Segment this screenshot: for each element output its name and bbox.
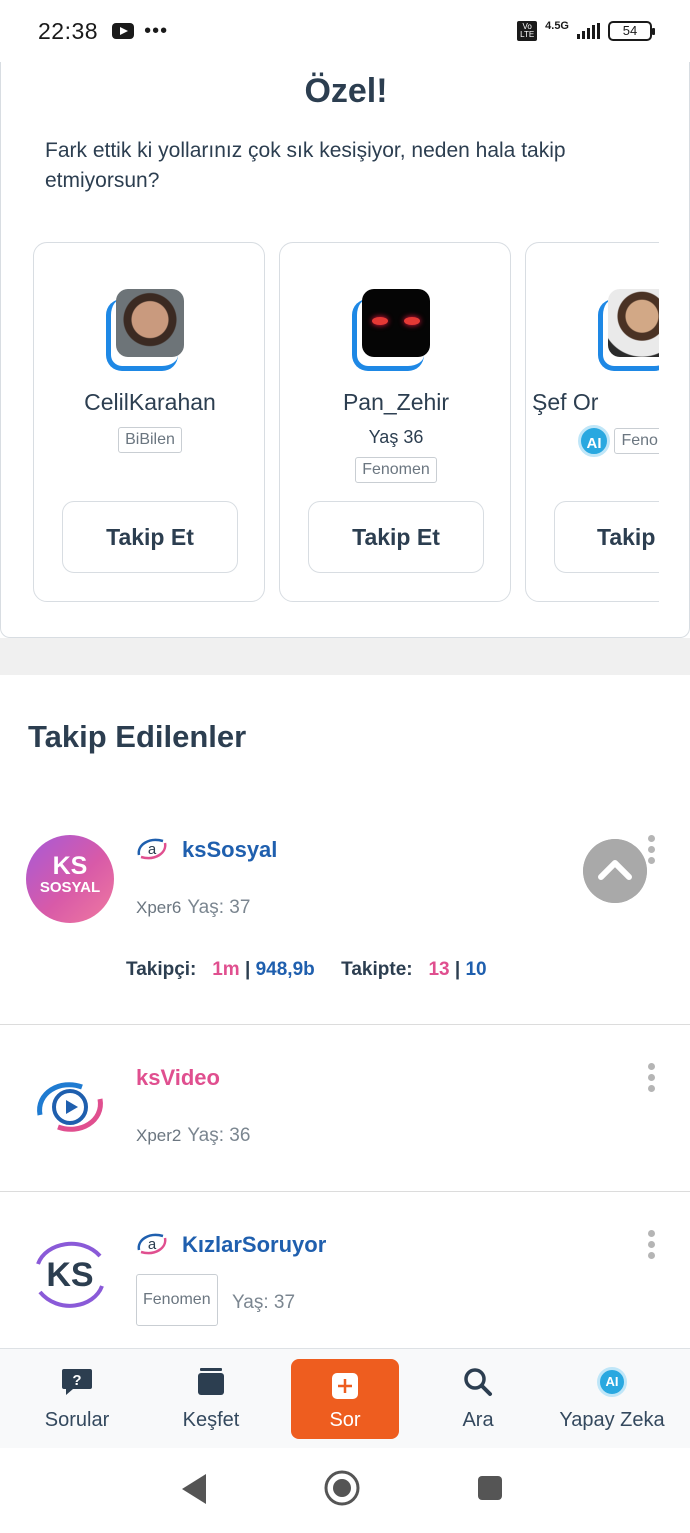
plus-square-icon	[332, 1373, 358, 1399]
back-icon[interactable]	[180, 1472, 208, 1506]
follow-button[interactable]: Takip Et	[308, 501, 484, 573]
youtube-notification-icon	[112, 23, 135, 39]
status-time: 22:38	[38, 17, 99, 44]
question-bubble-icon: ?	[62, 1369, 92, 1395]
badge-row: AI Feno	[578, 425, 659, 457]
avatar[interactable]: KS	[26, 1230, 114, 1318]
user-meta: Xper6 Yaş: 37	[136, 897, 250, 919]
user-name[interactable]: ksSosyal	[182, 837, 277, 863]
special-title: Özel!	[304, 72, 388, 110]
badge-row: BiBilen	[34, 427, 266, 453]
avatar-photo	[362, 289, 430, 357]
home-icon[interactable]	[324, 1470, 360, 1506]
section-divider	[0, 638, 690, 675]
user-age: Yaş: 37	[187, 897, 251, 918]
suggestion-age: Yaş 36	[368, 427, 424, 447]
more-options-icon[interactable]	[646, 1230, 656, 1266]
user-meta: Xper2 Yaş: 36	[136, 1125, 250, 1147]
search-icon	[464, 1368, 492, 1396]
nav-label: Ara	[462, 1409, 494, 1431]
suggestion-card[interactable]: Pan_Zehir Yaş 36 Fenomen Takip Et	[279, 242, 511, 602]
svg-text:?: ?	[72, 1372, 81, 1389]
followers-count-a: 1m	[212, 959, 240, 980]
nav-label: Yapay Zeka	[559, 1409, 665, 1431]
network-type: 4.5G	[545, 20, 569, 32]
nav-label: Sorular	[44, 1409, 110, 1431]
list-item[interactable]: ksVideo Xper2 Yaş: 36	[0, 1025, 690, 1192]
special-description: Fark ettik ki yollarınız çok sık kesişiy…	[45, 139, 566, 192]
followed-section: Takip Edilenler KS SOSYAL a ksSosyal Xpe…	[0, 675, 690, 1350]
nav-item-kesfet[interactable]: Keşfet	[154, 1349, 268, 1449]
separator: |	[454, 959, 461, 980]
svg-text:KS: KS	[46, 1256, 93, 1294]
suggestion-card[interactable]: CelilKarahan BiBilen Takip Et	[33, 242, 265, 602]
xper-level: Xper2	[136, 1126, 182, 1145]
suggestion-name[interactable]: CelilKarahan	[34, 389, 266, 416]
more-options-icon[interactable]	[646, 835, 656, 871]
special-suggestions-card: Özel! Fark ettik ki yollarınız çok sık k…	[0, 62, 690, 638]
following-count-a: 13	[428, 959, 450, 980]
svg-text:a: a	[148, 1236, 157, 1253]
avatar[interactable]	[352, 289, 434, 371]
user-age: Yaş: 37	[232, 1292, 296, 1313]
avatar[interactable]	[106, 289, 188, 371]
separator: |	[244, 959, 251, 980]
user-meta: Yaş: 37	[232, 1292, 295, 1314]
list-item[interactable]: KS SOSYAL a ksSosyal Xper6 Yaş: 37 Takipç…	[0, 795, 690, 1025]
avatar[interactable]	[26, 1063, 114, 1151]
follow-stats: Takipçi: 1m | 948,9b Takipte: 13 | 10	[126, 959, 487, 981]
red-eye-icon	[372, 317, 388, 325]
user-name[interactable]: ksVideo	[136, 1065, 220, 1091]
avatar[interactable]: KS SOSYAL	[26, 835, 114, 923]
followers-count-b: 948,9b	[255, 959, 315, 980]
verified-a-icon: a	[137, 838, 167, 860]
status-badge: Fenomen	[136, 1274, 218, 1326]
nav-label: Keşfet	[182, 1409, 240, 1431]
ai-badge-icon: AI	[578, 425, 610, 457]
status-badge: Fenomen	[355, 457, 437, 483]
status-indicators: Vo LTE 4.5G 54	[517, 20, 655, 41]
suggestion-card[interactable]: Şef Or AI Feno Takip	[525, 242, 659, 602]
user-name[interactable]: KızlarSoruyor	[182, 1232, 326, 1258]
suggestion-name[interactable]: Pan_Zehir	[280, 389, 512, 416]
badge-row: Fenomen	[280, 457, 512, 483]
verified-a-icon: a	[137, 1233, 167, 1255]
suggestion-carousel[interactable]: CelilKarahan BiBilen Takip Et Pan_Zehir …	[33, 242, 659, 602]
bottom-navigation: ? Sorular Keşfet Sor Ara AI Yapay Zeka	[0, 1348, 690, 1448]
user-age: Yaş: 36	[187, 1125, 251, 1146]
section-title: Takip Edilenler	[28, 719, 247, 754]
avatar-photo	[608, 289, 659, 357]
following-label: Takipte:	[341, 959, 413, 980]
nav-item-sorular[interactable]: ? Sorular	[20, 1349, 134, 1449]
system-navigation-bar	[0, 1448, 690, 1533]
follow-button[interactable]: Takip Et	[62, 501, 238, 573]
volte-icon: Vo LTE	[517, 21, 538, 41]
red-eye-icon	[404, 317, 420, 325]
recents-icon[interactable]	[477, 1475, 503, 1501]
suggestion-name[interactable]: Şef Or	[532, 389, 598, 416]
more-notifications-icon: •••	[144, 19, 169, 42]
nav-item-sor[interactable]: Sor	[291, 1359, 399, 1439]
following-count-b: 10	[465, 959, 487, 980]
follow-button[interactable]: Takip	[554, 501, 659, 573]
status-bar: 22:38 ••• Vo LTE 4.5G 54	[0, 0, 690, 62]
stack-icon	[198, 1368, 224, 1395]
more-options-icon[interactable]	[646, 1063, 656, 1099]
list-item[interactable]: KS a KızlarSoruyor Fenomen Yaş: 37	[0, 1192, 690, 1352]
svg-text:a: a	[148, 841, 157, 858]
followers-label: Takipçi:	[126, 959, 197, 980]
status-badge: Feno	[614, 428, 659, 454]
status-badge: BiBilen	[118, 427, 182, 453]
avatar-photo	[116, 289, 184, 357]
avatar[interactable]	[598, 289, 659, 371]
xper-level: Xper6	[136, 898, 182, 917]
scroll-to-top-button[interactable]	[583, 839, 647, 903]
nav-item-ara[interactable]: Ara	[421, 1349, 535, 1449]
signal-icon	[577, 23, 600, 39]
nav-item-yapay-zeka[interactable]: AI Yapay Zeka	[548, 1349, 676, 1449]
ai-icon: AI	[597, 1367, 627, 1397]
nav-label: Sor	[329, 1409, 361, 1431]
battery-icon: 54	[608, 21, 655, 41]
